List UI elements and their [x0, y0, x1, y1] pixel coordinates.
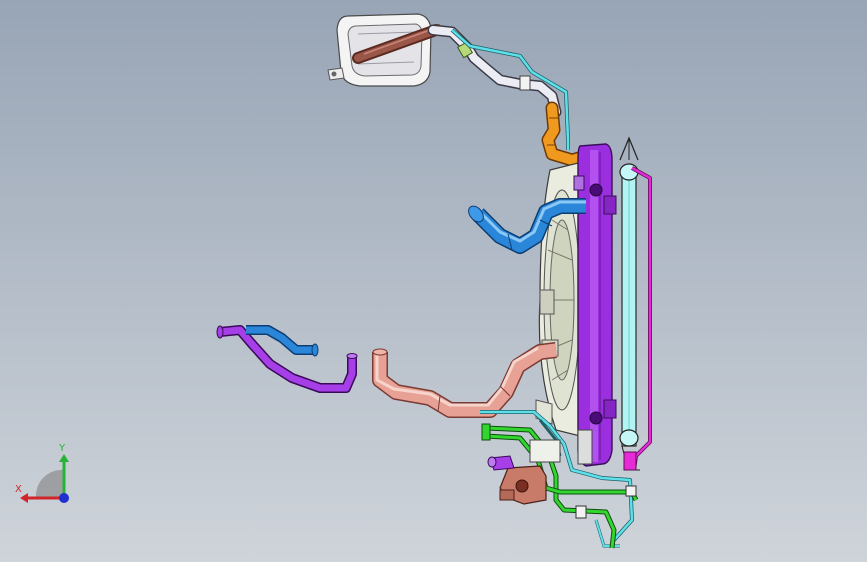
- x-axis-label: X: [15, 484, 22, 495]
- 3d-model-viewport[interactable]: X Y: [0, 0, 867, 562]
- condenser[interactable]: [619, 136, 652, 471]
- y-axis-label: Y: [59, 443, 66, 454]
- lower-coolant-hose[interactable]: [372, 342, 557, 418]
- cooling-system-model[interactable]: [0, 0, 867, 562]
- radiator[interactable]: [573, 143, 617, 467]
- bracket[interactable]: [487, 439, 561, 505]
- orientation-triad: X Y: [10, 440, 74, 510]
- expansion-tank[interactable]: [327, 13, 442, 87]
- overflow-hose[interactable]: [427, 24, 562, 118]
- heater-hose[interactable]: [216, 325, 358, 393]
